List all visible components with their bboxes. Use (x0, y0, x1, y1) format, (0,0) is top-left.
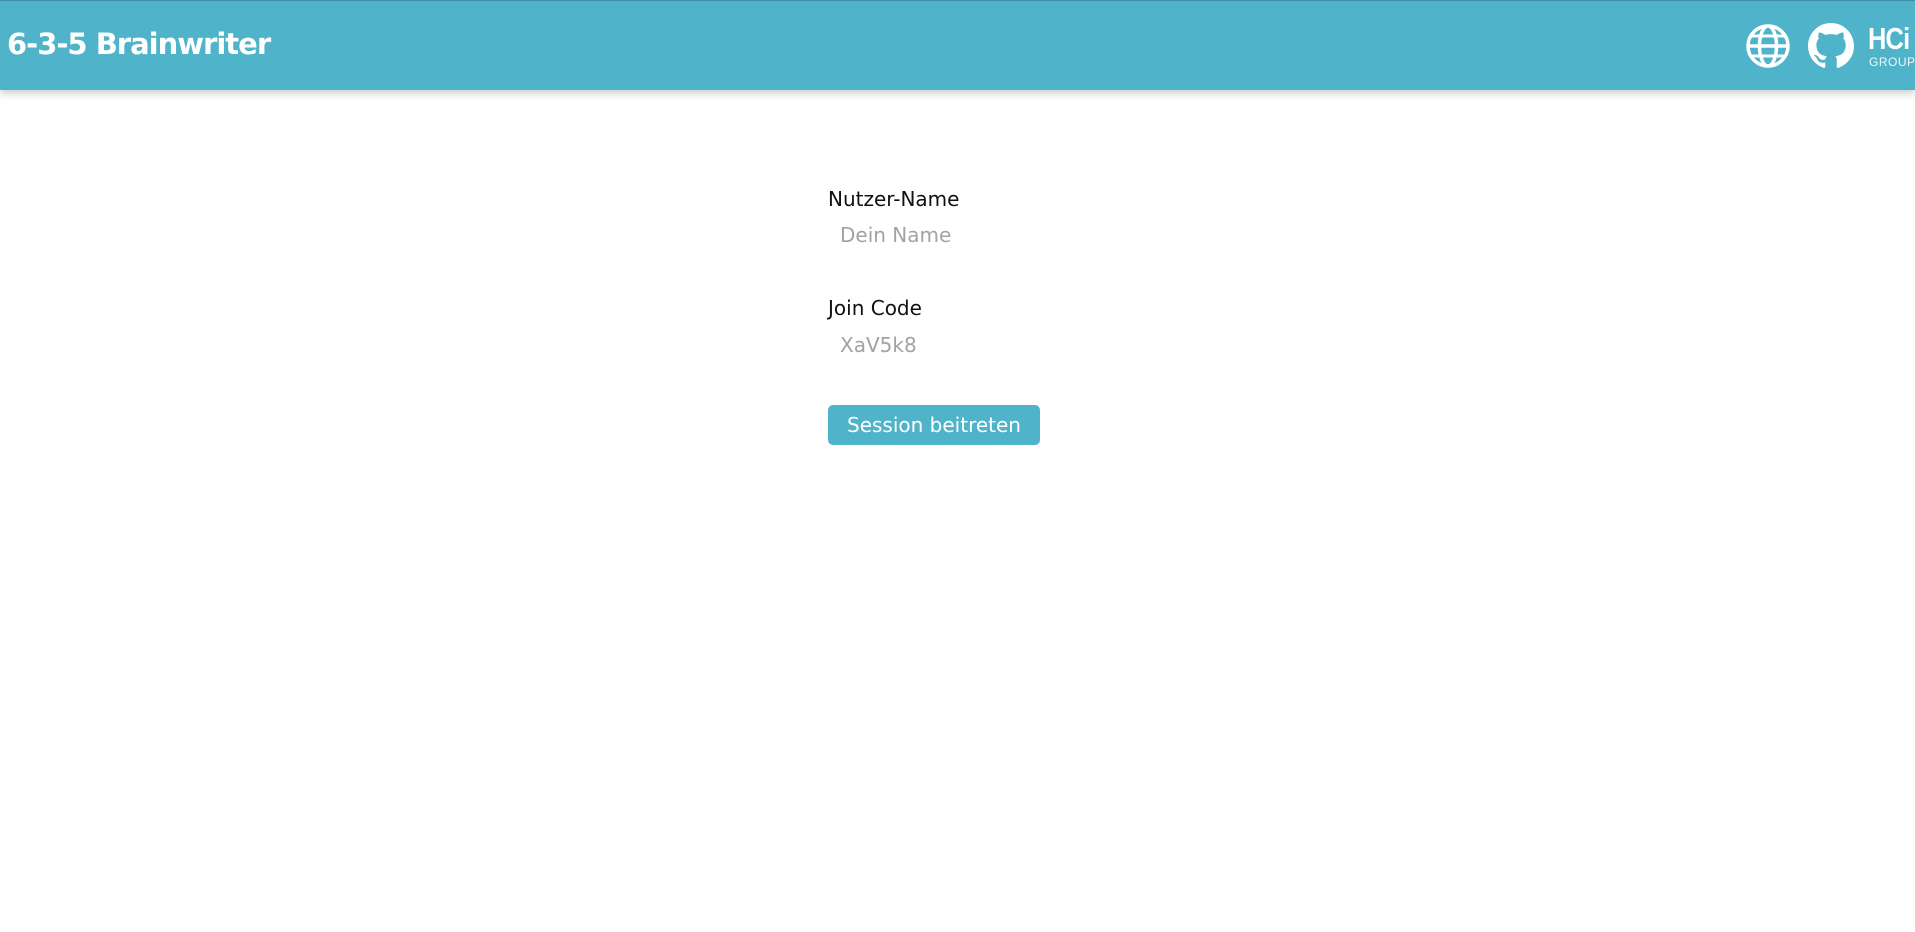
globe-icon (1746, 24, 1790, 68)
join-code-label: Join Code (828, 296, 922, 320)
github-icon (1808, 23, 1854, 68)
hci-group-logo[interactable]: HCi GROUP (1866, 21, 1915, 71)
hci-logo-subtext: GROUP (1869, 55, 1915, 69)
hci-logo-text: HCi (1868, 21, 1910, 56)
github-button[interactable] (1808, 23, 1854, 69)
app-title[interactable]: 6-3-5 Brainwriter (7, 27, 271, 61)
username-input[interactable] (828, 216, 1208, 254)
top-app-bar: 6-3-5 Brainwriter HCi GROUP (0, 0, 1915, 90)
username-label: Nutzer-Name (828, 187, 960, 211)
join-code-input[interactable] (828, 326, 1208, 364)
language-button[interactable] (1745, 23, 1791, 69)
join-session-button[interactable]: Session beitreten (828, 405, 1040, 445)
